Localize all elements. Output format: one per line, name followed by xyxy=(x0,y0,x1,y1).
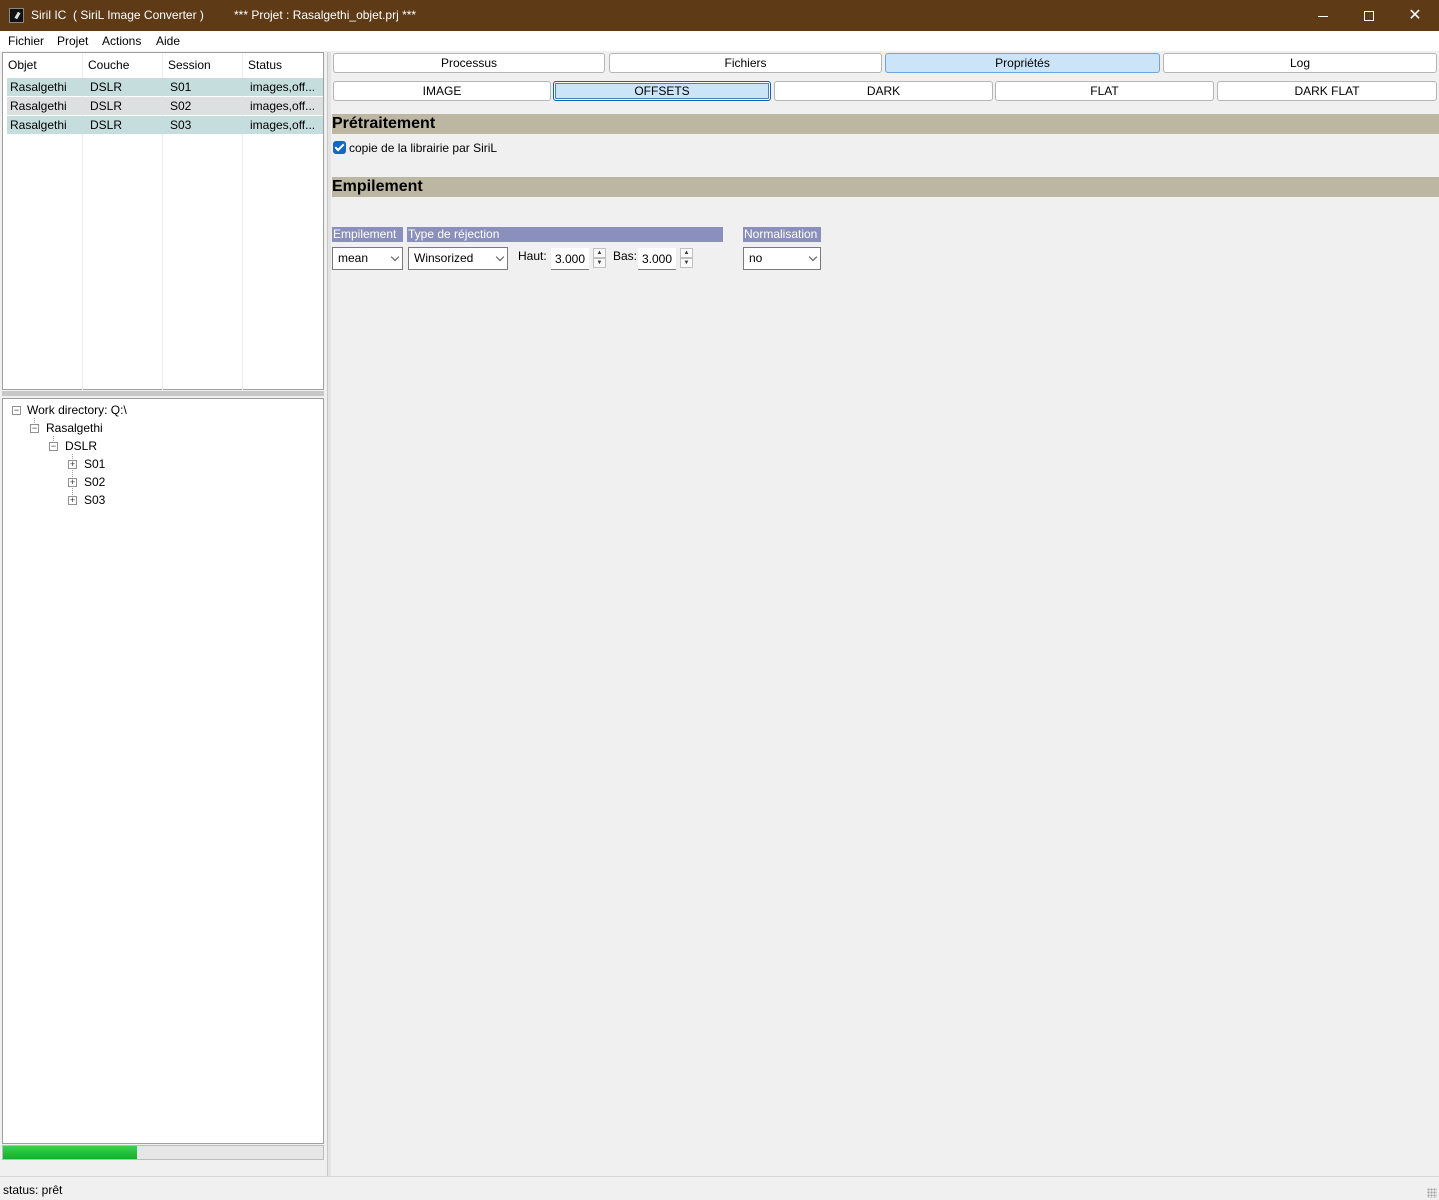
horizontal-splitter[interactable] xyxy=(2,391,324,396)
collapse-icon[interactable]: − xyxy=(30,424,39,433)
progress-bar xyxy=(2,1145,324,1160)
close-button[interactable]: ✕ xyxy=(1392,0,1438,31)
minimize-icon xyxy=(1318,15,1328,17)
menu-fichier[interactable]: Fichier xyxy=(8,34,44,48)
cell-session: S02 xyxy=(170,99,192,113)
bas-stepper[interactable]: ▲ ▼ xyxy=(680,248,693,268)
collapse-icon[interactable]: − xyxy=(49,442,58,451)
left-panel: Objet Couche Session Status Rasalgethi D… xyxy=(0,52,327,1176)
status-bar: status: prêt xyxy=(0,1176,1439,1200)
tab-fichiers[interactable]: Fichiers xyxy=(609,53,882,73)
column-header-couche[interactable]: Couche xyxy=(83,53,163,77)
cell-status: images,off... xyxy=(250,99,316,113)
normalisation-select[interactable]: no xyxy=(743,247,821,270)
tab-dark[interactable]: DARK xyxy=(774,81,993,101)
section-empilement: Empilement xyxy=(332,177,1439,197)
menu-bar: Fichier Projet Actions Aide xyxy=(0,31,1439,51)
tree-node-layer[interactable]: DSLR xyxy=(65,438,97,454)
directory-tree[interactable]: − Work directory: Q:\ − Rasalgethi − DSL… xyxy=(2,398,324,1144)
expand-icon[interactable]: + xyxy=(68,496,77,505)
expand-icon[interactable]: + xyxy=(68,460,77,469)
expand-icon[interactable]: + xyxy=(68,478,77,487)
normalisation-label: Normalisation xyxy=(743,227,821,242)
cell-couche: DSLR xyxy=(90,80,123,94)
chevron-down-icon xyxy=(808,252,818,262)
table-row[interactable]: Rasalgethi DSLR S03 images,off... xyxy=(7,116,323,134)
cell-session: S03 xyxy=(170,118,192,132)
session-list[interactable]: Objet Couche Session Status Rasalgethi D… xyxy=(2,52,324,390)
spin-down-icon[interactable]: ▼ xyxy=(593,258,606,268)
menu-aide[interactable]: Aide xyxy=(156,34,180,48)
tab-proprietes[interactable]: Propriétés xyxy=(885,53,1160,73)
rejection-type-value: Winsorized xyxy=(414,251,474,265)
tab-flat[interactable]: FLAT xyxy=(995,81,1214,101)
tab-image[interactable]: IMAGE xyxy=(333,81,551,101)
rejection-type-label: Type de réjection xyxy=(407,227,723,242)
haut-label: Haut: xyxy=(518,249,547,263)
collapse-icon[interactable]: − xyxy=(12,406,21,415)
close-icon: ✕ xyxy=(1408,7,1422,24)
cell-couche: DSLR xyxy=(90,99,123,113)
menu-actions[interactable]: Actions xyxy=(102,34,141,48)
cell-couche: DSLR xyxy=(90,118,123,132)
column-header-status[interactable]: Status xyxy=(243,53,323,77)
tree-node-session[interactable]: S01 xyxy=(84,456,105,472)
tab-dark-flat[interactable]: DARK FLAT xyxy=(1217,81,1437,101)
tree-node-root[interactable]: Work directory: Q:\ xyxy=(27,402,127,418)
column-header-objet[interactable]: Objet xyxy=(3,53,83,77)
app-title: Siril IC ( SiriL Image Converter ) xyxy=(31,8,204,22)
section-pretraitement: Prétraitement xyxy=(332,114,1439,134)
tree-node-session[interactable]: S03 xyxy=(84,492,105,508)
resize-grip-icon[interactable] xyxy=(1427,1188,1437,1198)
haut-input[interactable]: 3.000 xyxy=(551,248,589,270)
tab-log[interactable]: Log xyxy=(1163,53,1437,73)
status-text: status: prêt xyxy=(3,1183,63,1197)
project-title: *** Projet : Rasalgethi_objet.prj *** xyxy=(234,8,417,22)
properties-panel: Processus Fichiers Propriétés Log IMAGE … xyxy=(331,52,1439,1176)
stack-method-select[interactable]: mean xyxy=(332,247,403,270)
progress-fill xyxy=(3,1146,137,1159)
table-row[interactable]: Rasalgethi DSLR S01 images,off... xyxy=(7,78,323,96)
minimize-button[interactable] xyxy=(1300,0,1346,31)
copy-library-label[interactable]: copie de la librairie par SiriL xyxy=(349,141,497,155)
spin-up-icon[interactable]: ▲ xyxy=(680,248,693,258)
copy-library-checkbox[interactable] xyxy=(333,141,346,154)
cell-status: images,off... xyxy=(250,80,316,94)
menu-projet[interactable]: Projet xyxy=(57,34,88,48)
spin-down-icon[interactable]: ▼ xyxy=(680,258,693,268)
tab-offsets[interactable]: OFFSETS xyxy=(553,81,771,101)
cell-objet: Rasalgethi xyxy=(10,80,67,94)
cell-status: images,off... xyxy=(250,118,316,132)
tree-node-object[interactable]: Rasalgethi xyxy=(46,420,103,436)
table-row[interactable]: Rasalgethi DSLR S02 images,off... xyxy=(7,97,323,115)
title-bar: Siril IC ( SiriL Image Converter ) *** P… xyxy=(0,0,1439,31)
stack-method-value: mean xyxy=(338,251,369,265)
maximize-icon xyxy=(1364,11,1374,22)
haut-stepper[interactable]: ▲ ▼ xyxy=(593,248,606,268)
cell-objet: Rasalgethi xyxy=(10,118,67,132)
tree-node-session[interactable]: S02 xyxy=(84,474,105,490)
cell-session: S01 xyxy=(170,80,192,94)
normalisation-value: no xyxy=(749,251,763,265)
cell-objet: Rasalgethi xyxy=(10,99,67,113)
spin-up-icon[interactable]: ▲ xyxy=(593,248,606,258)
chevron-down-icon xyxy=(495,252,505,262)
bas-label: Bas: xyxy=(613,249,638,263)
rejection-type-select[interactable]: Winsorized xyxy=(408,247,508,270)
chevron-down-icon xyxy=(390,252,400,262)
tab-processus[interactable]: Processus xyxy=(333,53,605,73)
app-icon xyxy=(9,8,24,23)
stack-method-label: Empilement xyxy=(332,227,403,242)
maximize-button[interactable] xyxy=(1346,0,1392,31)
column-header-session[interactable]: Session xyxy=(163,53,243,77)
bas-input[interactable]: 3.000 xyxy=(638,248,676,270)
